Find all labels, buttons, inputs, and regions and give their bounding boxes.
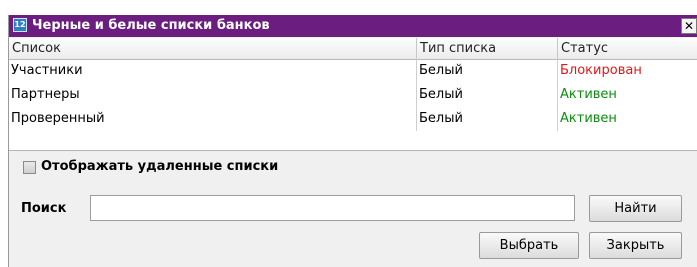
table-row[interactable]: Партнеры Белый Активен [9,83,697,107]
table-header: Список Тип списка Статус [9,38,697,60]
select-button[interactable]: Выбрать [479,232,579,259]
lists-table: Список Тип списка Статус Участники Белый… [9,38,697,151]
list-type-cell: Белый [417,59,558,83]
list-status-cell: Активен [560,87,617,102]
close-icon[interactable]: ✕ [681,18,697,34]
window-title: Черные и белые списки банков [32,18,270,33]
list-status-cell: Активен [560,111,617,126]
list-status-cell: Блокирован [560,63,642,78]
table-row[interactable]: Проверенный Белый Активен [9,107,697,131]
column-header-status[interactable]: Статус [558,38,697,59]
column-header-list[interactable]: Список [9,38,417,59]
show-deleted-checkbox[interactable] [23,161,36,174]
app-icon: 12 [13,18,27,32]
search-label: Поиск [21,201,67,216]
column-header-type[interactable]: Тип списка [417,38,558,59]
table-row[interactable]: Участники Белый Блокирован [9,59,697,83]
list-type-cell: Белый [417,107,558,131]
list-name-cell: Участники [9,59,417,83]
find-button[interactable]: Найти [589,195,682,222]
list-type-cell: Белый [417,83,558,107]
list-name-cell: Партнеры [9,83,417,107]
title-bar[interactable]: 12 Черные и белые списки банков ✕ [9,15,697,37]
close-button[interactable]: Закрыть [589,232,682,259]
show-deleted-label[interactable]: Отображать удаленные списки [41,159,278,174]
search-input[interactable] [90,195,575,221]
list-name-cell: Проверенный [9,107,417,131]
bank-lists-window: 12 Черные и белые списки банков ✕ Список… [8,15,697,267]
